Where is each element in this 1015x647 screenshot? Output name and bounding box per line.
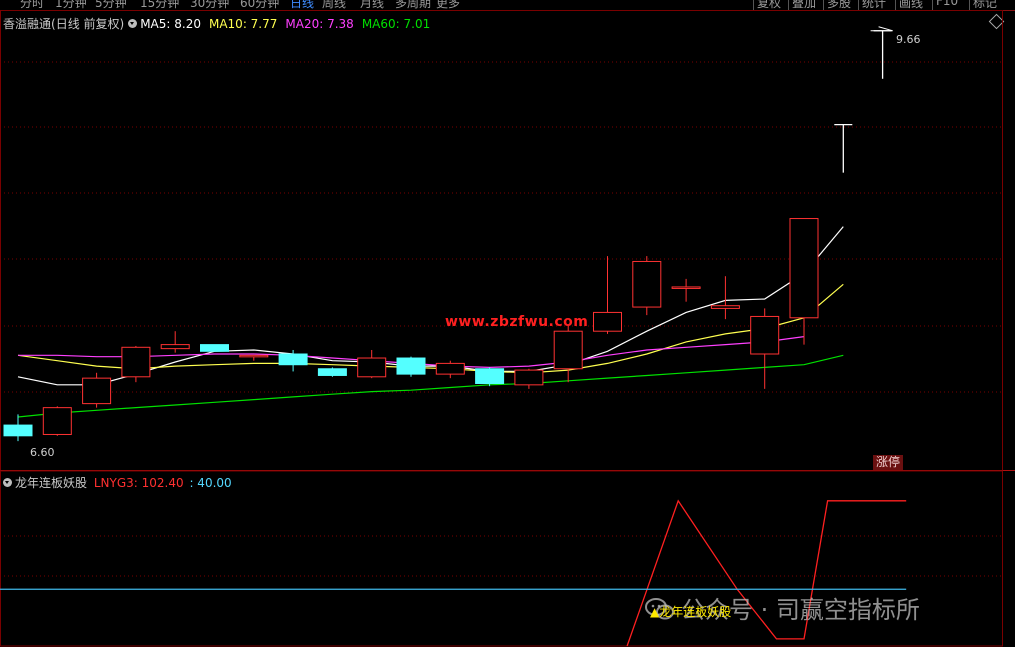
candle-4 bbox=[160, 344, 190, 350]
candle-13 bbox=[514, 369, 544, 386]
candle-16 bbox=[632, 260, 662, 308]
candle-6 bbox=[239, 354, 269, 358]
candle-20 bbox=[789, 218, 819, 319]
candle-0 bbox=[3, 424, 33, 437]
candle-1 bbox=[42, 407, 72, 435]
main-panel-border bbox=[0, 10, 1003, 471]
indicator-dropdown-icon[interactable] bbox=[3, 478, 12, 487]
signal-text: 龙年连板妖股 bbox=[659, 605, 732, 619]
candle-15 bbox=[593, 311, 622, 332]
signal-label: ▲龙年连板妖股 bbox=[650, 605, 732, 619]
candle-8 bbox=[317, 368, 347, 376]
candle-10 bbox=[396, 357, 426, 375]
watermark-text: www.zbzfwu.com bbox=[445, 314, 589, 330]
candle-7 bbox=[278, 353, 308, 366]
candle-14 bbox=[553, 330, 583, 370]
low-price-label: 6.60 bbox=[30, 446, 55, 459]
candle-9 bbox=[357, 357, 387, 378]
candle-12 bbox=[475, 368, 505, 385]
high-price-label: 9.66 bbox=[896, 33, 921, 46]
candle-11 bbox=[435, 362, 465, 375]
limit-up-badge: 涨停 bbox=[873, 455, 904, 470]
candle-19 bbox=[750, 315, 780, 355]
candle-3 bbox=[121, 346, 151, 378]
level-value: : 40.00 bbox=[189, 476, 232, 490]
candle-5 bbox=[200, 344, 229, 352]
indicator-name: 龙年连板妖股 bbox=[15, 476, 88, 490]
indicator-title: 龙年连板妖股 LNYG3: 102.40 : 40.00 bbox=[3, 474, 232, 491]
candle-17 bbox=[671, 286, 701, 289]
candle-18 bbox=[710, 305, 740, 309]
lnyg3-value: LNYG3: 102.40 bbox=[93, 476, 184, 490]
candle-2 bbox=[82, 377, 112, 405]
